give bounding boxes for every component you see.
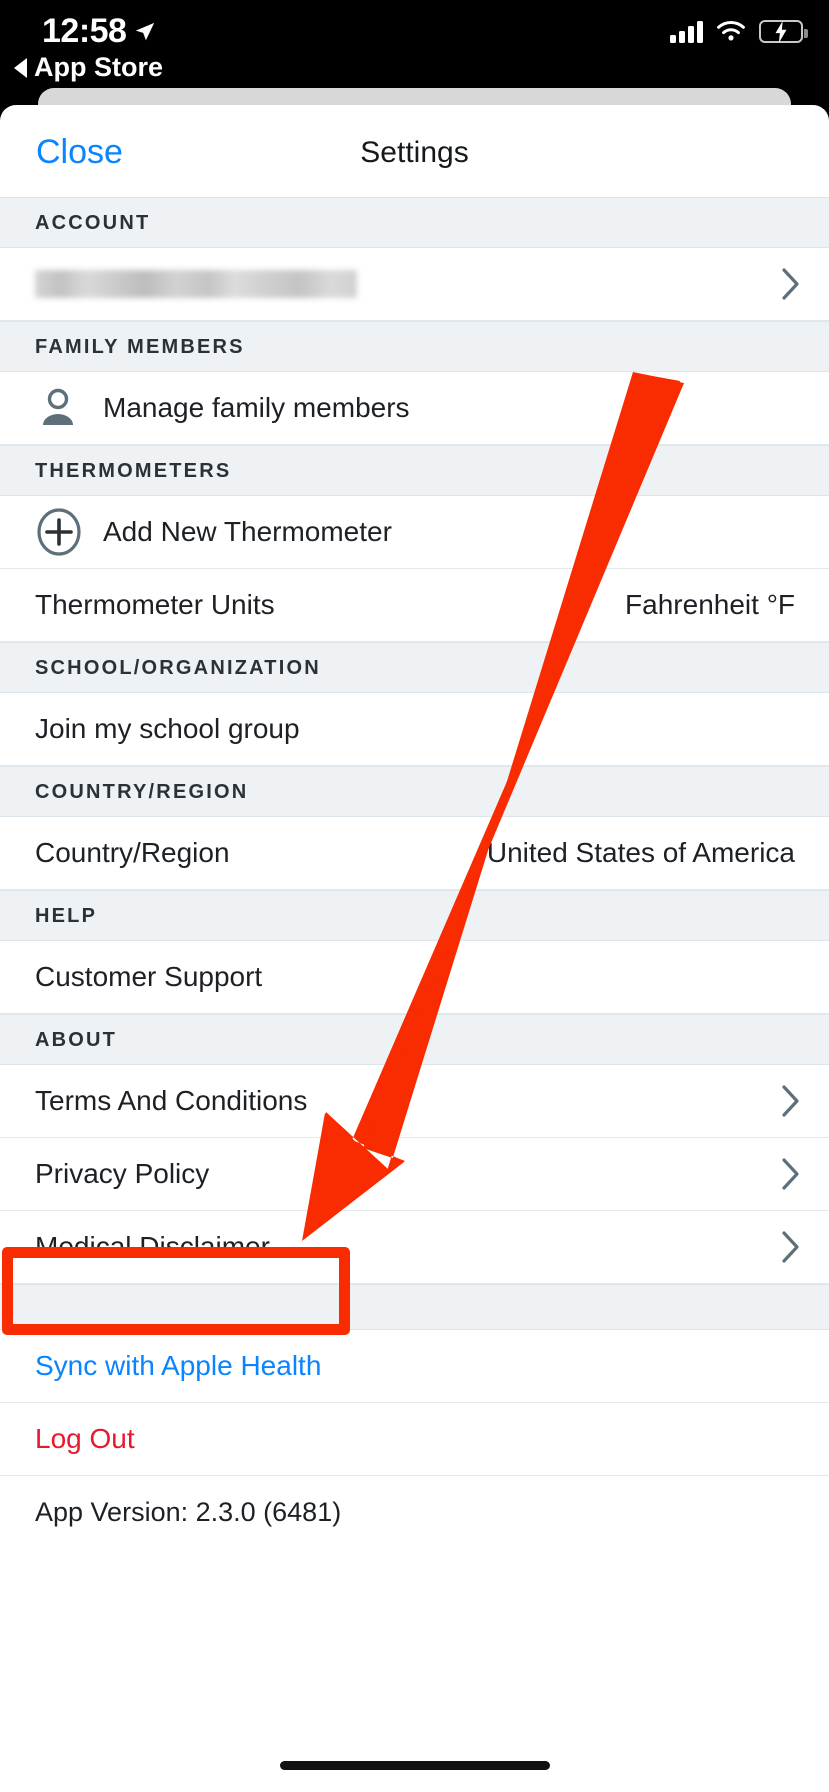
sync-with-apple-health-label: Sync with Apple Health	[35, 1350, 322, 1381]
status-bar-indicators	[670, 20, 808, 43]
settings-sheet: Close Settings ACCOUNT FAMILY MEMBERS Mana…	[0, 105, 829, 1792]
manage-family-members-row-label: Manage family members	[103, 392, 410, 423]
status-bar: 12:58 App Store	[0, 0, 829, 95]
cellular-signal-icon	[670, 20, 703, 43]
chevron-right-icon	[782, 1158, 799, 1190]
back-to-app-store-link[interactable]: App Store	[14, 52, 163, 83]
thermometer-units-row-value: Fahrenheit °F	[625, 589, 795, 620]
medical-disclaimer-row[interactable]: Medical Disclaimer	[0, 1211, 829, 1284]
add-new-thermometer-row-label: Add New Thermometer	[103, 516, 392, 547]
navigation-bar: Close Settings	[0, 105, 829, 197]
person-icon	[35, 385, 87, 431]
plus-circle-icon	[37, 508, 81, 556]
chevron-right-icon	[782, 268, 799, 300]
status-bar-time-group: 12:58	[42, 12, 156, 51]
chevron-right-icon	[782, 1231, 799, 1263]
section-header-country-region: COUNTRY/REGION	[0, 766, 829, 817]
customer-support-row-label: Customer Support	[35, 961, 263, 992]
plus-circle-icon	[35, 508, 87, 556]
clock-label: 12:58	[42, 12, 127, 50]
medical-disclaimer-row-label: Medical Disclaimer	[35, 1231, 270, 1262]
section-header-about: ABOUT	[0, 1014, 829, 1065]
footer-spacer-band	[0, 1284, 829, 1330]
thermometer-units-row[interactable]: Thermometer Units Fahrenheit °F	[0, 569, 829, 642]
country-region-row-value: United States of America	[486, 837, 795, 868]
lightning-bolt-icon	[775, 20, 787, 43]
thermometer-units-row-label: Thermometer Units	[35, 589, 275, 620]
sync-with-apple-health-row[interactable]: Sync with Apple Health	[0, 1330, 829, 1403]
privacy-policy-row-label: Privacy Policy	[35, 1158, 210, 1189]
person-icon	[43, 388, 73, 425]
country-region-row[interactable]: Country/Region United States of America	[0, 817, 829, 890]
join-school-group-row[interactable]: Join my school group	[0, 693, 829, 766]
section-header-account: ACCOUNT	[0, 197, 829, 248]
manage-family-members-row[interactable]: Manage family members	[0, 372, 829, 445]
terms-and-conditions-row[interactable]: Terms And Conditions	[0, 1065, 829, 1138]
location-arrow-icon	[136, 22, 155, 40]
section-header-family-members: FAMILY MEMBERS	[0, 321, 829, 372]
wifi-icon	[717, 20, 745, 40]
section-header-help: HELP	[0, 890, 829, 941]
back-link-label: App Store	[34, 52, 164, 82]
app-version-label: App Version: 2.3.0 (6481)	[35, 1496, 342, 1527]
privacy-policy-row[interactable]: Privacy Policy	[0, 1138, 829, 1211]
settings-list: ACCOUNT FAMILY MEMBERS Manage family membe…	[0, 197, 829, 1284]
add-new-thermometer-row[interactable]: Add New Thermometer	[0, 496, 829, 569]
chevron-right-icon	[782, 1085, 799, 1117]
log-out-row[interactable]: Log Out	[0, 1403, 829, 1476]
app-version-row: App Version: 2.3.0 (6481)	[0, 1476, 829, 1548]
section-header-thermometers: THERMOMETERS	[0, 445, 829, 496]
home-indicator	[279, 1761, 550, 1770]
phone-screen: 12:58 App Store Close Settings ACCOUNT F…	[0, 0, 829, 1792]
redacted-account-value	[35, 270, 357, 298]
back-triangle-icon	[14, 57, 27, 78]
page-title: Settings	[360, 136, 469, 169]
terms-and-conditions-row-label: Terms And Conditions	[35, 1085, 308, 1116]
join-school-group-row-label: Join my school group	[35, 713, 300, 744]
country-region-row-label: Country/Region	[35, 837, 230, 868]
account-row[interactable]	[0, 248, 829, 321]
customer-support-row[interactable]: Customer Support	[0, 941, 829, 1014]
section-header-school-organization: SCHOOL/ORGANIZATION	[0, 642, 829, 693]
battery-charging-icon	[759, 20, 808, 43]
log-out-label: Log Out	[35, 1423, 135, 1454]
